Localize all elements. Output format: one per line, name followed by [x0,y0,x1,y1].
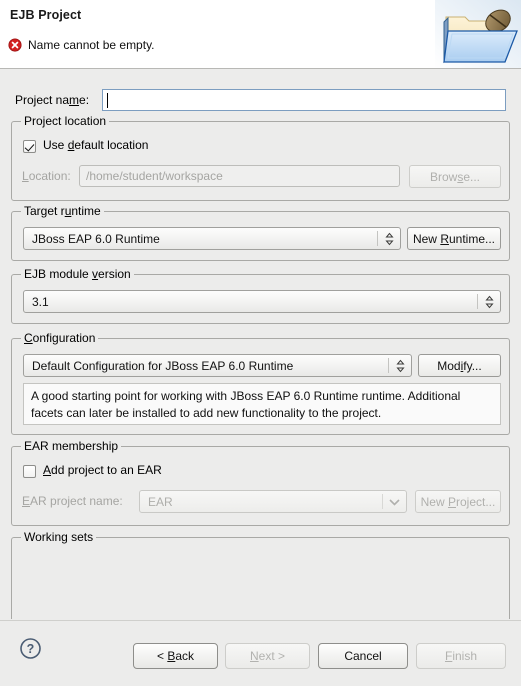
ejb-module-version-value: 3.1 [32,295,49,309]
ejb-module-version-combo[interactable]: 3.1 [23,290,501,313]
finish-button[interactable]: Finish [416,643,506,669]
new-runtime-button[interactable]: New Runtime... [407,227,501,250]
ear-membership-group-title: EAR membership [21,439,122,453]
project-location-group: Project location Use default location Lo… [11,114,510,201]
ear-membership-group: EAR membership Add project to an EAR EAR… [11,439,510,526]
ejb-module-version-group: EJB module version 3.1 [11,267,510,324]
location-input[interactable]: /home/student/workspace [79,165,400,187]
add-project-to-ear-label[interactable]: Add project to an EAR [43,463,162,477]
ear-project-name-combo[interactable]: EAR [139,490,407,513]
configuration-group: Configuration Default Configuration for … [11,331,510,435]
ear-project-name-value: EAR [148,495,173,509]
project-name-input[interactable] [102,89,506,111]
use-default-location-checkbox[interactable] [23,140,36,153]
working-sets-group: Working sets [11,530,510,619]
ejb-project-folder-icon [435,0,521,68]
ejb-module-version-group-title: EJB module version [21,267,134,281]
wizard-footer: ? < Back Next > Cancel Finish [0,620,521,686]
spinner-arrows-icon[interactable] [396,359,405,373]
error-circle-icon [8,38,22,52]
back-button[interactable]: < Back [133,643,218,669]
modify-button[interactable]: Modify... [418,354,501,377]
project-location-group-title: Project location [21,114,110,128]
validation-message: Name cannot be empty. [28,38,155,52]
add-project-to-ear-checkbox[interactable] [23,465,36,478]
chevron-down-icon[interactable] [388,498,401,507]
configuration-description: A good starting point for working with J… [23,383,501,425]
project-name-row: Project name: [0,89,521,113]
project-name-label: Project name: [15,93,90,107]
new-project-button[interactable]: New Project... [415,490,501,513]
spinner-arrows-icon[interactable] [485,295,494,309]
target-runtime-group-title: Target runtime [21,204,104,218]
svg-text:?: ? [27,642,35,656]
location-label: Location: [22,169,71,183]
target-runtime-combo[interactable]: JBoss EAP 6.0 Runtime [23,227,401,250]
ear-project-name-label: EAR project name: [22,494,123,508]
page-title: EJB Project [10,8,82,22]
help-question-icon[interactable]: ? [19,637,42,660]
configuration-value: Default Configuration for JBoss EAP 6.0 … [32,359,294,373]
cancel-button[interactable]: Cancel [318,643,408,669]
next-button[interactable]: Next > [225,643,310,669]
target-runtime-value: JBoss EAP 6.0 Runtime [32,232,160,246]
spinner-arrows-icon[interactable] [385,232,394,246]
browse-button[interactable]: Browse... [409,165,501,188]
wizard-content: Project name: Project location Use defau… [0,69,521,619]
target-runtime-group: Target runtime JBoss EAP 6.0 Runtime New… [11,204,510,261]
wizard-header: EJB Project Name cannot be empty. [0,0,521,69]
use-default-location-label[interactable]: Use default location [43,138,148,152]
working-sets-group-title: Working sets [21,530,97,544]
configuration-group-title: Configuration [21,331,99,345]
text-caret [107,93,108,108]
configuration-combo[interactable]: Default Configuration for JBoss EAP 6.0 … [23,354,412,377]
